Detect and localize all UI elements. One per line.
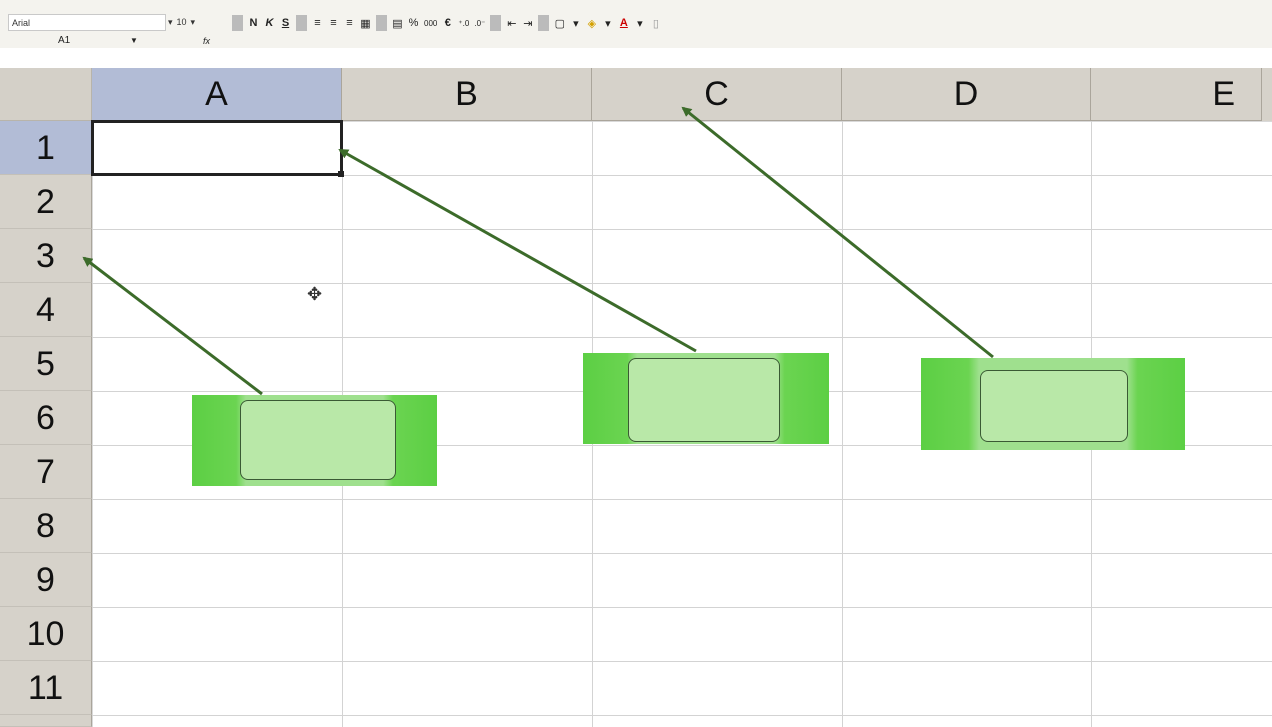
row-divider xyxy=(92,337,1272,338)
row-header-6[interactable]: 6 xyxy=(0,391,92,445)
row-divider xyxy=(92,499,1272,500)
row-divider xyxy=(92,607,1272,608)
currency-style-icon[interactable]: ▤ xyxy=(392,17,403,30)
decrease-indent-icon[interactable]: ⇤ xyxy=(506,17,517,30)
name-box[interactable]: A1 xyxy=(8,34,128,48)
toolbar-separator xyxy=(376,15,387,31)
toolbar-separator xyxy=(490,15,502,31)
callout-column-header xyxy=(921,358,1185,450)
borders-icon[interactable]: ▢ xyxy=(554,17,565,30)
column-header-b[interactable]: B xyxy=(342,68,592,121)
callout-inner-box xyxy=(628,358,780,442)
align-right-icon[interactable]: ≡ xyxy=(344,17,355,29)
dropdown-arrow-icon[interactable]: ▾ xyxy=(570,17,581,30)
row-divider xyxy=(92,661,1272,662)
dropdown-arrow-icon[interactable]: ▾ xyxy=(602,17,613,30)
select-all-corner[interactable] xyxy=(0,68,92,121)
euro-button[interactable]: € xyxy=(442,17,453,29)
name-box-dropdown-icon[interactable]: ▼ xyxy=(130,34,138,48)
row-header-10[interactable]: 10 xyxy=(0,607,92,661)
fx-icon[interactable]: fx xyxy=(203,34,210,48)
row-divider xyxy=(92,229,1272,230)
font-size-value: 10 xyxy=(176,17,187,27)
font-name-select[interactable]: Arial xyxy=(8,14,166,31)
column-header-e[interactable]: E xyxy=(1091,68,1262,121)
row-header-1[interactable]: 1 xyxy=(0,121,92,175)
column-header-d[interactable]: D xyxy=(842,68,1091,121)
row-divider xyxy=(92,715,1272,716)
row-divider xyxy=(92,283,1272,284)
column-divider xyxy=(842,121,843,727)
fill-color-icon[interactable]: ◈ xyxy=(586,17,597,30)
bold-button[interactable]: N xyxy=(248,17,259,29)
align-center-icon[interactable]: ≡ xyxy=(328,17,339,29)
row-header-11[interactable]: 11 xyxy=(0,661,92,715)
increase-decimal-icon[interactable]: ⁺.0 xyxy=(458,19,469,28)
row-header-3[interactable]: 3 xyxy=(0,229,92,283)
fill-handle[interactable] xyxy=(338,171,344,177)
dropdown-arrow-icon[interactable]: ▾ xyxy=(634,17,645,30)
decrease-decimal-icon[interactable]: .0⁻ xyxy=(474,19,485,28)
increase-indent-icon[interactable]: ⇥ xyxy=(522,17,533,30)
callout-inner-box xyxy=(240,400,396,480)
toolbar-separator xyxy=(296,15,307,31)
merge-center-icon[interactable]: ▦ xyxy=(360,17,371,30)
row-header-8[interactable]: 8 xyxy=(0,499,92,553)
toolbar-separator xyxy=(232,15,243,31)
row-header-12[interactable]: 12 xyxy=(0,715,92,727)
mouse-cursor-icon: ✥ xyxy=(307,284,323,304)
callout-active-cell xyxy=(583,353,829,444)
dropdown-arrow-icon[interactable]: ▾ xyxy=(191,14,196,31)
toolbar-separator xyxy=(538,15,550,31)
row-header-9[interactable]: 9 xyxy=(0,553,92,607)
callout-row-header xyxy=(192,395,437,486)
row-header-4[interactable]: 4 xyxy=(0,283,92,337)
column-header-a[interactable]: A xyxy=(92,68,342,121)
font-size-select[interactable]: ▾ 10 ▾ xyxy=(168,14,228,31)
callout-inner-box xyxy=(980,370,1128,442)
row-header-7[interactable]: 7 xyxy=(0,445,92,499)
column-header-c[interactable]: C xyxy=(592,68,842,121)
dropdown-arrow-icon[interactable]: ▾ xyxy=(168,14,173,31)
underline-button[interactable]: S xyxy=(280,17,291,29)
formatting-toolbar: Arial ▾ 10 ▾ N K S ≡ ≡ ≡ ▦ ▤ % 000 € ⁺.0… xyxy=(0,0,1272,48)
scrollbar-edge[interactable] xyxy=(1262,68,1272,121)
italic-button[interactable]: K xyxy=(264,17,275,29)
toolbar-options-icon[interactable]: ▯ xyxy=(650,17,661,30)
thousands-button[interactable]: 000 xyxy=(424,19,437,28)
row-header-2[interactable]: 2 xyxy=(0,175,92,229)
font-color-button[interactable]: A xyxy=(618,17,629,29)
align-left-icon[interactable]: ≡ xyxy=(312,17,323,29)
row-header-5[interactable]: 5 xyxy=(0,337,92,391)
active-cell-a1[interactable] xyxy=(91,120,343,176)
percent-button[interactable]: % xyxy=(408,17,419,29)
row-divider xyxy=(92,553,1272,554)
